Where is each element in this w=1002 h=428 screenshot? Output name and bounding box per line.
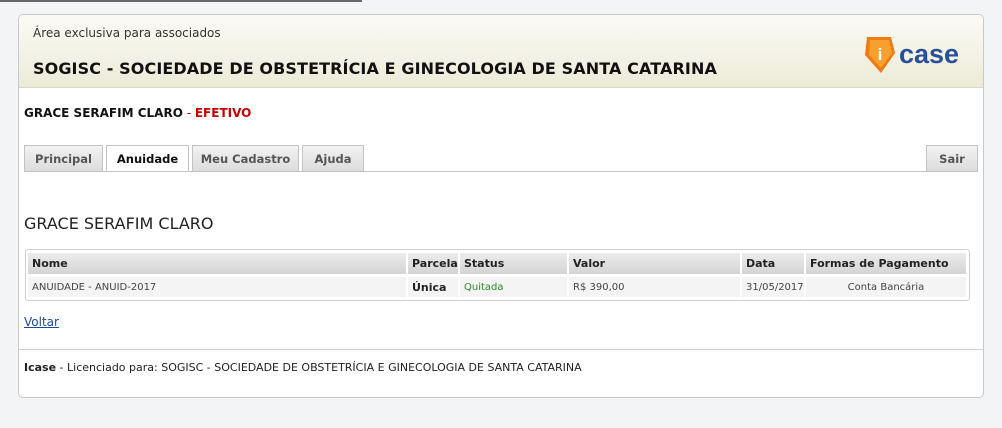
column-header-status: Status bbox=[460, 253, 567, 274]
cell-valor: R$ 390,00 bbox=[569, 277, 740, 297]
tab-principal[interactable]: Principal bbox=[24, 145, 103, 171]
logo-letter: i bbox=[878, 45, 883, 64]
footer-brand: Icase bbox=[24, 361, 57, 374]
tab-divider bbox=[24, 171, 978, 172]
cell-formas-pagamento: Conta Bancária bbox=[806, 277, 966, 297]
area-label: Área exclusiva para associados bbox=[33, 26, 221, 40]
back-link[interactable]: Voltar bbox=[24, 315, 59, 329]
column-header-data: Data bbox=[742, 253, 804, 274]
user-name: GRACE SERAFIM CLARO bbox=[24, 106, 183, 120]
annuity-table: Nome Parcela Status Valor Data Formas de… bbox=[25, 249, 970, 301]
page-title: GRACE SERAFIM CLARO bbox=[24, 214, 214, 233]
column-header-nome: Nome bbox=[28, 253, 406, 274]
user-role: EFETIVO bbox=[194, 106, 252, 120]
exit-button[interactable]: Sair bbox=[926, 145, 978, 171]
tab-anuidade[interactable]: Anuidade bbox=[106, 145, 189, 172]
tab-ajuda[interactable]: Ajuda bbox=[302, 145, 364, 171]
main-panel: Área exclusiva para associados SOGISC - … bbox=[18, 14, 984, 398]
footer: Icase - Licenciado para: SOGISC - SOCIED… bbox=[24, 361, 582, 374]
cell-data: 31/05/2017 bbox=[742, 277, 804, 297]
cell-parcela: Única bbox=[408, 277, 458, 297]
organization-title: SOGISC - SOCIEDADE DE OBSTETRÍCIA E GINE… bbox=[33, 59, 717, 78]
cell-nome: ANUIDADE - ANUID-2017 bbox=[28, 277, 406, 297]
top-divider bbox=[0, 0, 362, 2]
column-header-valor: Valor bbox=[569, 253, 740, 274]
column-header-formas-pagamento: Formas de Pagamento bbox=[806, 253, 966, 274]
footer-license-text: - Licenciado para: SOGISC - SOCIEDADE DE… bbox=[56, 361, 582, 374]
user-separator: - bbox=[182, 106, 195, 120]
footer-divider bbox=[19, 349, 983, 350]
cell-status: Quitada bbox=[460, 277, 567, 297]
logo-text: case bbox=[899, 39, 959, 69]
page-header: Área exclusiva para associados SOGISC - … bbox=[19, 15, 983, 88]
column-header-parcela: Parcela bbox=[408, 253, 458, 274]
user-line: GRACE SERAFIM CLARO - EFETIVO bbox=[24, 106, 251, 120]
icase-logo: i case bbox=[865, 37, 959, 73]
tab-meu-cadastro[interactable]: Meu Cadastro bbox=[192, 145, 299, 171]
